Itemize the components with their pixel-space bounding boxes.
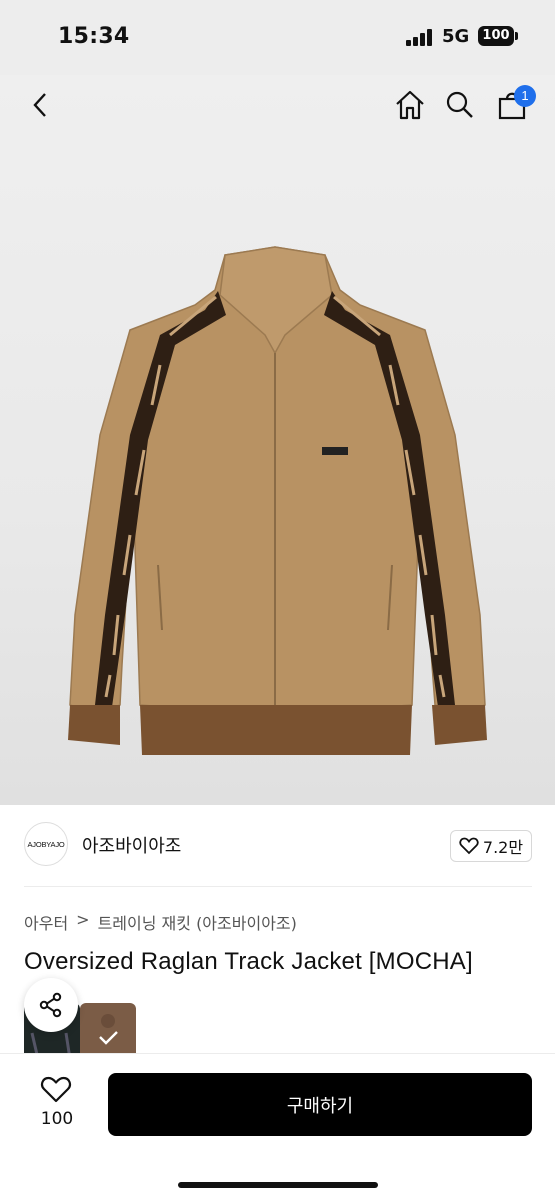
- cart-button[interactable]: 1: [492, 85, 536, 125]
- battery-tip: [515, 32, 518, 40]
- wishlist-count: 100: [40, 1109, 74, 1129]
- check-icon: [99, 1014, 118, 1045]
- search-icon: [446, 91, 473, 118]
- product-image-gallery[interactable]: 2 / 11: [0, 75, 555, 805]
- wishlist-button[interactable]: [40, 1076, 72, 1108]
- search-button[interactable]: [440, 85, 480, 125]
- cart-count-badge: 1: [514, 85, 536, 107]
- share-icon: [39, 992, 62, 1018]
- home-button[interactable]: [390, 85, 430, 125]
- home-indicator: [178, 1182, 378, 1188]
- network-label: 5G: [442, 26, 470, 47]
- status-bar: 15:34 5G 100: [0, 0, 555, 75]
- divider: [24, 886, 532, 887]
- battery-icon: 100: [478, 26, 514, 46]
- back-arrow-icon: [33, 93, 46, 117]
- breadcrumb-category[interactable]: 아우터: [24, 910, 68, 934]
- heart-icon: [40, 1076, 72, 1103]
- product-image: [68, 246, 487, 755]
- bottom-action-bar: 100 구매하기: [0, 1053, 555, 1200]
- signal-icon: [406, 29, 434, 46]
- heart-icon: [459, 837, 479, 855]
- top-nav: 1: [0, 75, 555, 135]
- status-time: 15:34: [58, 24, 130, 49]
- share-button[interactable]: [24, 978, 78, 1032]
- brand-like-count: 7.2만: [482, 838, 524, 857]
- home-icon: [396, 90, 424, 120]
- buy-button[interactable]: 구매하기: [108, 1073, 532, 1136]
- breadcrumb-separator: >: [76, 910, 90, 929]
- product-title: Oversized Raglan Track Jacket [MOCHA]: [24, 948, 473, 975]
- color-option-thumbnail-selected[interactable]: [80, 1003, 136, 1059]
- back-button[interactable]: [20, 85, 60, 125]
- breadcrumb: 아우터 > 트레이닝 재킷 (아조바이아조): [24, 910, 297, 934]
- brand-like-button[interactable]: 7.2만: [450, 830, 532, 862]
- brand-name[interactable]: 아조바이아조: [82, 832, 181, 858]
- breadcrumb-subcategory[interactable]: 트레이닝 재킷 (아조바이아조): [98, 910, 297, 934]
- brand-logo[interactable]: AJOBYAJO: [24, 822, 68, 866]
- brand-row[interactable]: AJOBYAJO 아조바이아조 7.2만: [24, 822, 532, 872]
